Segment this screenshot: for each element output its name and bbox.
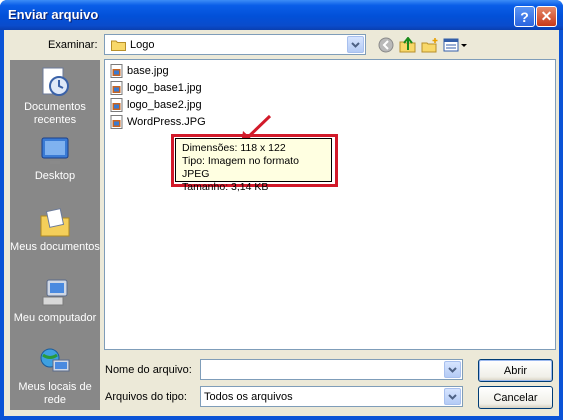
- filename-label: Nome do arquivo:: [105, 364, 192, 376]
- title-bar[interactable]: Enviar arquivo ? ✕: [0, 0, 563, 30]
- folder-icon: [111, 39, 126, 54]
- filetype-label: Arquivos do tipo:: [105, 391, 187, 403]
- tooltip-type: Tipo: Imagem no formato JPEG: [182, 155, 299, 180]
- place-my-documents[interactable]: Meus documentos: [10, 206, 100, 254]
- lookin-value: Logo: [130, 39, 155, 51]
- close-icon: ✕: [540, 8, 553, 24]
- list-item[interactable]: base.jpg: [110, 63, 169, 79]
- new-folder-icon[interactable]: [420, 36, 440, 54]
- filetype-value: Todos os arquivos: [204, 391, 293, 403]
- chevron-down-icon: [448, 366, 457, 373]
- lookin-dropdown-arrow[interactable]: [347, 36, 364, 53]
- close-button[interactable]: ✕: [536, 6, 557, 27]
- place-label: Meu computador: [13, 312, 97, 324]
- jpg-file-icon: [110, 81, 123, 95]
- file-name: base.jpg: [127, 65, 169, 77]
- open-button-label: Abrir: [503, 364, 528, 377]
- tooltip-dimensions: Dimensões: 118 x 122: [182, 142, 286, 154]
- chevron-down-icon: [448, 393, 457, 400]
- place-desktop[interactable]: Desktop: [10, 135, 100, 183]
- list-item[interactable]: WordPress.JPG: [110, 114, 206, 130]
- place-label: Meus documentos: [10, 241, 100, 253]
- place-label: Meus locais de rede: [18, 381, 92, 406]
- file-info-tooltip: Dimensões: 118 x 122 Tipo: Imagem no for…: [175, 138, 332, 193]
- file-list[interactable]: base.jpg logo_base1.jpg logo_base2.jpg W…: [104, 59, 556, 350]
- window-title: Enviar arquivo: [8, 7, 99, 22]
- recent-documents-icon: [39, 66, 71, 98]
- view-menu-icon[interactable]: [442, 36, 468, 54]
- open-button[interactable]: Abrir: [478, 359, 553, 382]
- jpg-file-icon: [110, 64, 123, 78]
- filetype-dropdown-arrow[interactable]: [444, 388, 461, 405]
- file-name: WordPress.JPG: [127, 116, 206, 128]
- place-my-computer[interactable]: Meu computador: [10, 277, 100, 325]
- up-folder-icon[interactable]: [398, 36, 418, 54]
- place-label: Desktop: [34, 170, 76, 182]
- list-item[interactable]: logo_base1.jpg: [110, 80, 202, 96]
- cancel-button[interactable]: Cancelar: [478, 386, 553, 409]
- my-documents-icon: [39, 206, 71, 238]
- lookin-label: Examinar:: [48, 39, 98, 51]
- filetype-select[interactable]: Todos os arquivos: [200, 386, 463, 407]
- place-label: Documentos recentes: [24, 101, 86, 126]
- file-name: logo_base2.jpg: [127, 99, 202, 111]
- file-name: logo_base1.jpg: [127, 82, 202, 94]
- help-icon: ?: [520, 8, 529, 25]
- lookin-dropdown[interactable]: Logo: [104, 34, 366, 55]
- dialog-body: Examinar: Logo Documentos recentes Deskt…: [4, 30, 559, 416]
- network-places-icon: [39, 346, 71, 378]
- help-button[interactable]: ?: [514, 6, 535, 27]
- desktop-icon: [39, 135, 71, 167]
- cancel-button-label: Cancelar: [493, 391, 538, 404]
- places-bar: Documentos recentes Desktop Meus documen…: [10, 60, 100, 410]
- place-recent-documents[interactable]: Documentos recentes: [10, 66, 100, 127]
- tooltip-size: Tamanho: 3,14 KB: [182, 181, 269, 193]
- jpg-file-icon: [110, 98, 123, 112]
- back-icon[interactable]: [376, 36, 396, 54]
- list-item[interactable]: logo_base2.jpg: [110, 97, 202, 113]
- place-network[interactable]: Meus locais de rede: [10, 346, 100, 407]
- jpg-file-icon: [110, 115, 123, 129]
- filename-field[interactable]: [200, 359, 463, 380]
- my-computer-icon: [39, 277, 71, 309]
- chevron-down-icon: [351, 41, 360, 48]
- file-dialog-window: Enviar arquivo ? ✕ Examinar: Logo Docume…: [0, 0, 563, 420]
- filename-dropdown-arrow[interactable]: [444, 361, 461, 378]
